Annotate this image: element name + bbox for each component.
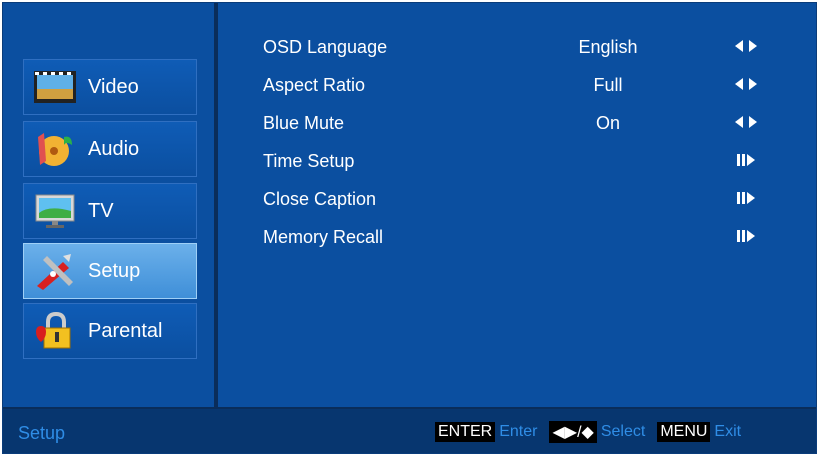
sidebar-item-label: Audio xyxy=(88,137,140,160)
submenu-arrow-icon[interactable] xyxy=(733,154,759,166)
sidebar-item-label: Parental xyxy=(88,319,163,342)
row-value: English xyxy=(578,37,638,57)
row-label: Aspect Ratio xyxy=(263,75,366,95)
footer-bar: Setup ENTER Enter ◀▶/◆ Select MENU Exit xyxy=(3,407,816,453)
menu-key-label: MENU xyxy=(657,422,711,442)
sidebar-item-parental[interactable]: Parental xyxy=(23,303,197,359)
row-value: On xyxy=(595,113,620,133)
sidebar-item-label: Video xyxy=(88,75,139,98)
enter-desc: Enter xyxy=(499,423,538,440)
select-key-label: ◀▶/◆ xyxy=(549,421,597,443)
sidebar-item-audio[interactable]: Audio xyxy=(23,121,197,177)
row-label: Blue Mute xyxy=(263,113,345,133)
menu-row-osd-language[interactable]: OSD Language English xyxy=(218,31,816,61)
setup-icon xyxy=(32,251,78,291)
row-label: OSD Language xyxy=(263,37,388,57)
menu-row-blue-mute[interactable]: Blue Mute On xyxy=(218,107,816,137)
select-desc: Select xyxy=(600,423,646,440)
menu-row-time-setup[interactable]: Time Setup xyxy=(218,145,816,175)
osd-menu-window: Video Audio TV Setup Parental OSD Langua… xyxy=(2,2,817,454)
sidebar-item-label: TV xyxy=(88,199,114,222)
menu-row-close-caption[interactable]: Close Caption xyxy=(218,183,816,213)
submenu-arrow-icon[interactable] xyxy=(733,192,759,204)
sidebar-item-video[interactable]: Video xyxy=(23,59,197,115)
footer-title: Setup xyxy=(18,423,66,443)
setup-menu-panel: OSD Language English Aspect Ratio Full B… xyxy=(218,3,816,407)
row-label: Memory Recall xyxy=(263,227,384,247)
left-right-arrows-icon[interactable] xyxy=(733,40,759,52)
submenu-arrow-icon[interactable] xyxy=(733,230,759,242)
sidebar-item-tv[interactable]: TV xyxy=(23,183,197,239)
row-value: Full xyxy=(593,75,623,95)
enter-key-label: ENTER xyxy=(435,422,496,442)
sidebar-item-setup[interactable]: Setup xyxy=(23,243,197,299)
row-label: Time Setup xyxy=(263,151,355,171)
row-label: Close Caption xyxy=(263,189,377,209)
sidebar-item-label: Setup xyxy=(88,259,141,282)
sidebar: Video Audio TV Setup Parental xyxy=(3,3,214,407)
tv-icon xyxy=(32,191,78,231)
menu-row-memory-recall[interactable]: Memory Recall xyxy=(218,221,816,251)
footer-hints: ENTER Enter ◀▶/◆ Select MENU Exit xyxy=(435,421,741,443)
left-right-arrows-icon[interactable] xyxy=(733,116,759,128)
exit-desc: Exit xyxy=(714,423,742,440)
audio-icon xyxy=(32,129,78,169)
video-icon xyxy=(32,67,78,107)
parental-icon xyxy=(32,311,78,351)
left-right-arrows-icon[interactable] xyxy=(733,78,759,90)
menu-row-aspect-ratio[interactable]: Aspect Ratio Full xyxy=(218,69,816,99)
